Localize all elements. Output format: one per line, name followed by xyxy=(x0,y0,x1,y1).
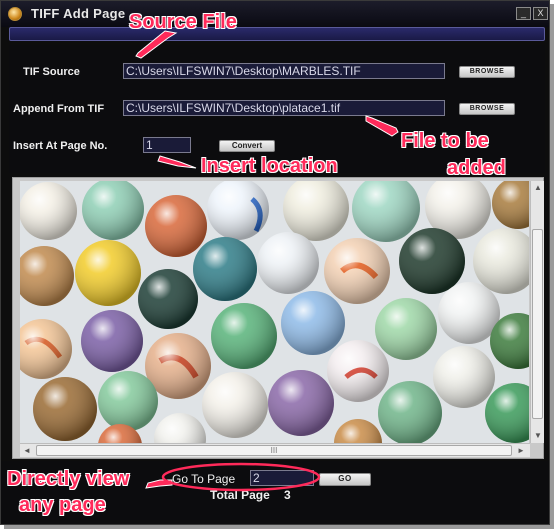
append-input[interactable]: C:\Users\ILFSWIN7\Desktop\platace1.tif xyxy=(123,100,445,116)
app-icon xyxy=(8,7,22,21)
header-bar xyxy=(9,27,545,41)
annotation-directly-view: Directly view xyxy=(7,468,130,490)
browse-source-button[interactable]: BROWSE xyxy=(459,66,515,78)
marbles-icon xyxy=(20,181,529,443)
total-page-label: Total Page xyxy=(210,488,270,502)
annotation-any-page: any page xyxy=(19,494,106,516)
horizontal-scroll-thumb[interactable]: III xyxy=(36,445,512,456)
tif-source-label: TIF Source xyxy=(23,66,80,78)
insert-page-input[interactable]: 1 xyxy=(143,137,191,153)
scroll-right-icon[interactable]: ► xyxy=(514,444,528,458)
horizontal-scrollbar[interactable]: ◄ III ► xyxy=(20,443,530,457)
go-to-page-label: Go To Page xyxy=(172,472,236,486)
form-panel: TIF Source C:\Users\ILFSWIN7\Desktop\MAR… xyxy=(9,45,545,173)
scroll-down-icon[interactable]: ▼ xyxy=(531,429,545,443)
title-bar[interactable]: TIFF Add Page _ X xyxy=(1,1,549,27)
tif-source-input[interactable]: C:\Users\ILFSWIN7\Desktop\MARBLES.TIF xyxy=(123,63,445,79)
go-to-page-input[interactable]: 2 xyxy=(250,470,314,486)
window-title: TIFF Add Page xyxy=(31,6,126,21)
scroll-left-icon[interactable]: ◄ xyxy=(20,444,34,458)
close-button[interactable]: X xyxy=(533,7,548,20)
vertical-scrollbar[interactable]: ▲ ▼ xyxy=(530,181,544,443)
browse-append-button[interactable]: BROWSE xyxy=(459,103,515,115)
annotation-file-to-be: File to be xyxy=(401,130,489,152)
marbles-image xyxy=(20,181,529,443)
total-page-value: 3 xyxy=(284,488,291,502)
minimize-button[interactable]: _ xyxy=(516,7,531,20)
app-window: TIFF Add Page _ X TIF Source C:\Users\IL… xyxy=(0,0,550,525)
vertical-scroll-thumb[interactable] xyxy=(532,229,543,419)
convert-button[interactable]: Convert xyxy=(219,140,275,152)
append-label: Append From TIF xyxy=(13,103,105,115)
annotation-added: added xyxy=(447,157,506,179)
insert-page-label: Insert At Page No. xyxy=(13,140,108,152)
image-viewer[interactable]: ▲ ▼ ◄ III ► xyxy=(12,177,544,459)
scroll-up-icon[interactable]: ▲ xyxy=(531,181,545,195)
annotation-source-file: Source File xyxy=(129,11,237,33)
annotation-insert-location: Insert location xyxy=(201,155,338,177)
go-button[interactable]: GO xyxy=(319,473,371,486)
